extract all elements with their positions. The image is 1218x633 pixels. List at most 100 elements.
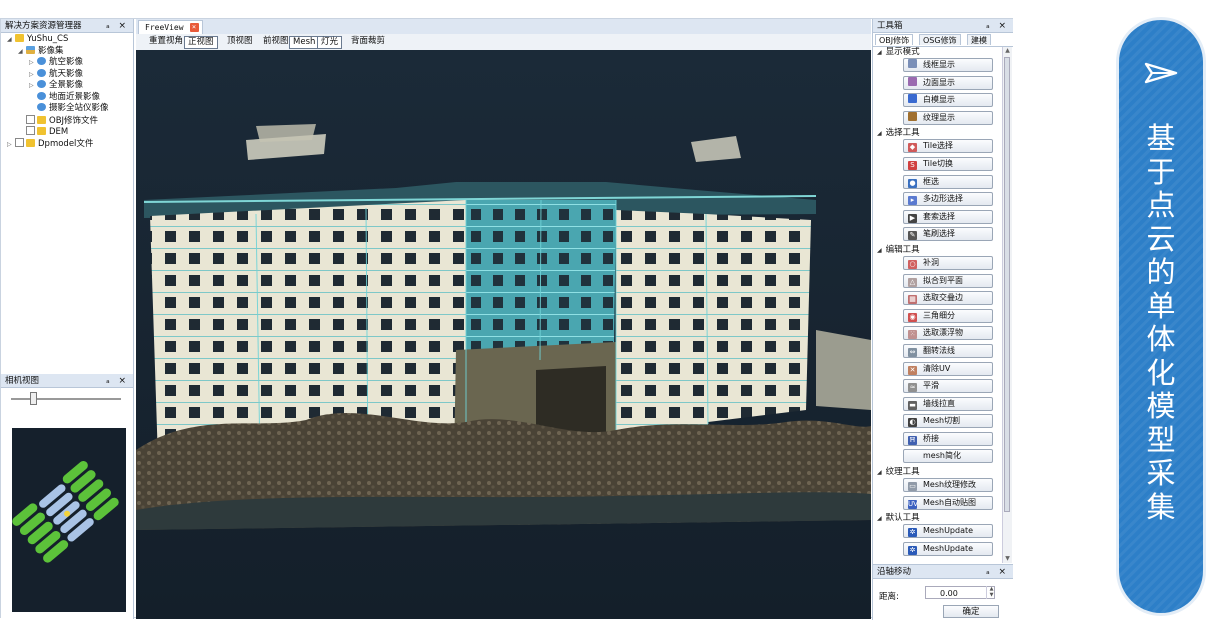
tool-button[interactable]: Ħ 桥接 [903,431,993,446]
toolbox-scrollbar-thumb[interactable] [1004,57,1010,512]
toolbar-button[interactable]: 正视图 [184,36,218,49]
tool-button[interactable]: ⁙ 选取漂浮物 [903,326,993,341]
tool-button[interactable]: ◐ Mesh切割 [903,414,993,429]
panel-pin-close-icon[interactable]: ₐ × [106,19,129,33]
distance-spinner-icon[interactable]: ▲ ▼ [986,586,996,599]
tool-button[interactable]: ✎ 笔刷选择 [903,227,993,242]
panel-pin-close-icon[interactable]: ₐ × [986,19,1009,33]
tree-node[interactable]: DEM [1,126,133,138]
tool-button-label: Tile切换 [923,158,954,168]
tree-expand-icon[interactable]: ▷ [29,69,37,81]
tree-node-label: DEM [49,127,69,137]
tree-node[interactable]: ◢ 影像集 [1,45,133,58]
tree-node[interactable]: OBJ修饰文件 [1,114,133,127]
camera-view-titlebar[interactable]: 相机视图 ₐ × [1,374,133,388]
collapse-icon[interactable]: ◢ [877,49,882,56]
toolbox-section-header[interactable]: ◢ 默认工具 [873,513,1001,524]
camera-zoom-slider-thumb[interactable] [30,392,37,405]
tab-freeview[interactable]: FreeView × [138,20,203,34]
tool-button[interactable]: UV Mesh自动贴图 [903,495,993,510]
tool-button[interactable]: ▶ 套索选择 [903,209,993,224]
tool-button[interactable]: △ 拟合到平面 [903,273,993,288]
collapse-icon[interactable]: ◢ [877,247,882,254]
tree-expand-icon[interactable]: ◢ [18,46,26,58]
toolbox-tab[interactable]: 建模 [967,34,991,45]
panel-pin-close-icon[interactable]: ₐ × [106,374,129,388]
tool-icon: S [908,160,917,170]
axis-move-titlebar[interactable]: 沿轴移动 ₐ × [873,565,1013,579]
tool-button[interactable]: 线框显示 [903,58,993,72]
tool-button-label: mesh简化 [923,451,961,461]
tool-button[interactable]: ● 框选 [903,174,993,189]
tool-button[interactable]: ✲ MeshUpdate [903,524,993,539]
tree-expand-icon[interactable]: ▷ [29,80,37,92]
scroll-down-icon[interactable]: ▼ [1004,555,1011,563]
tree-node[interactable]: ▷ 全景影像 [1,80,133,92]
toolbox-tab[interactable]: OSG修饰 [919,34,961,45]
tree-node-checkbox[interactable] [15,137,24,147]
tool-button[interactable]: ▭ Mesh纹理修改 [903,478,993,493]
tree-node-label: Dpmodel文件 [38,138,94,149]
tool-button[interactable]: ⇔ 翻转法线 [903,343,993,358]
collapse-icon[interactable]: ◢ [877,515,882,522]
toolbar-button[interactable]: 顶视图 [224,36,256,47]
tool-button[interactable]: ✲ MeshUpdate [903,541,993,556]
tool-button[interactable]: ▬ 墙线拉直 [903,396,993,411]
tool-button-label: 纹理显示 [923,112,955,122]
toolbox-section-header[interactable]: ◢ 编辑工具 [873,245,1001,256]
tree-node-checkbox[interactable] [26,126,35,135]
toolbox-tool-list: ◢ 显示模式 线框显示边面显示白模显示纹理显示 ◢ 选择工具 ◆ Tile选择 S Tile切换… [873,47,1001,563]
toolbar-button[interactable]: 灯光 [317,36,343,49]
toolbox-titlebar[interactable]: 工具箱 ₐ × [873,19,1013,33]
tool-button[interactable]: 边面显示 [903,75,993,90]
tool-button[interactable]: 纹理显示 [903,110,993,125]
distance-input[interactable]: 0.00 [925,586,995,599]
toolbar-button[interactable]: 前视图 [260,36,292,47]
toolbox-tab[interactable]: OBJ修饰 [875,34,914,45]
collapse-icon[interactable]: ◢ [877,130,882,137]
tool-button[interactable]: ◉ 三角细分 [903,308,993,323]
toolbar-button[interactable]: 重置视角 [146,36,186,47]
collapse-icon[interactable]: ◢ [877,469,882,476]
tree-node[interactable]: ▷ 航空影像 [1,57,133,69]
tool-button[interactable]: ≈ 平滑 [903,379,993,394]
scroll-up-icon[interactable]: ▲ [1004,47,1011,55]
close-icon[interactable]: × [189,23,199,32]
tool-button[interactable]: ◆ Tile选择 [903,139,993,154]
tool-button-label: 补洞 [923,257,939,267]
toolbox-section-title: 编辑工具 [885,244,920,255]
tree-node-checkbox[interactable] [26,114,35,124]
tool-button[interactable]: mesh简化 [903,449,993,464]
application-window: 解决方案资源管理器 ₐ × ◢ YuShu_CS ◢ 影像集 ▷ 航空影像 ▷ 航天影像 ▷ 全景… [0,18,1013,620]
toolbox-section-header[interactable]: ◢ 显示模式 [873,47,1001,58]
toolbox-scrollbar[interactable]: ▲ ▼ [1002,47,1012,563]
tool-button[interactable]: ○ 补洞 [903,255,993,270]
toolbar-button[interactable]: Mesh [289,36,320,49]
tree-node[interactable]: ▷ 航天影像 [1,68,133,81]
tree-node[interactable]: 地面近景影像 [1,91,133,104]
toolbox-section-header[interactable]: ◢ 纹理工具 [873,467,1001,478]
tool-button-label: MeshUpdate [923,543,974,553]
tool-icon: ◆ [908,143,917,153]
tool-button[interactable]: ▸ 多边形选择 [903,192,993,207]
folder-icon [15,34,24,42]
point-cloud-viewport[interactable] [136,50,871,619]
tree-expand-icon[interactable]: ▷ [7,139,15,151]
camera-overview-canvas[interactable] [12,428,126,612]
tree-node[interactable]: 摄影全站仪影像 [1,103,133,115]
camera-zoom-slider-track[interactable] [11,398,121,400]
tree-node[interactable]: ▷ Dpmodel文件 [1,137,133,151]
tool-button[interactable]: 白模显示 [903,93,993,108]
tree-expand-icon[interactable]: ◢ [7,34,15,46]
toolbar-button[interactable]: 背面裁剪 [348,36,388,47]
confirm-button[interactable]: 确定 [943,605,999,618]
toolbox-section-header[interactable]: ◢ 选择工具 [873,128,1001,139]
panel-pin-close-icon[interactable]: ₐ × [986,565,1009,579]
tool-button[interactable]: ✕ 清除UV [903,361,993,376]
solution-explorer-titlebar[interactable]: 解决方案资源管理器 ₐ × [1,19,133,33]
tool-button[interactable]: ▦ 选取交叠边 [903,291,993,306]
tool-icon: ✎ [908,231,917,241]
tool-button[interactable]: S Tile切换 [903,156,993,171]
tree-expand-icon[interactable]: ▷ [29,57,37,69]
tree-node[interactable]: ◢ YuShu_CS [1,34,133,46]
